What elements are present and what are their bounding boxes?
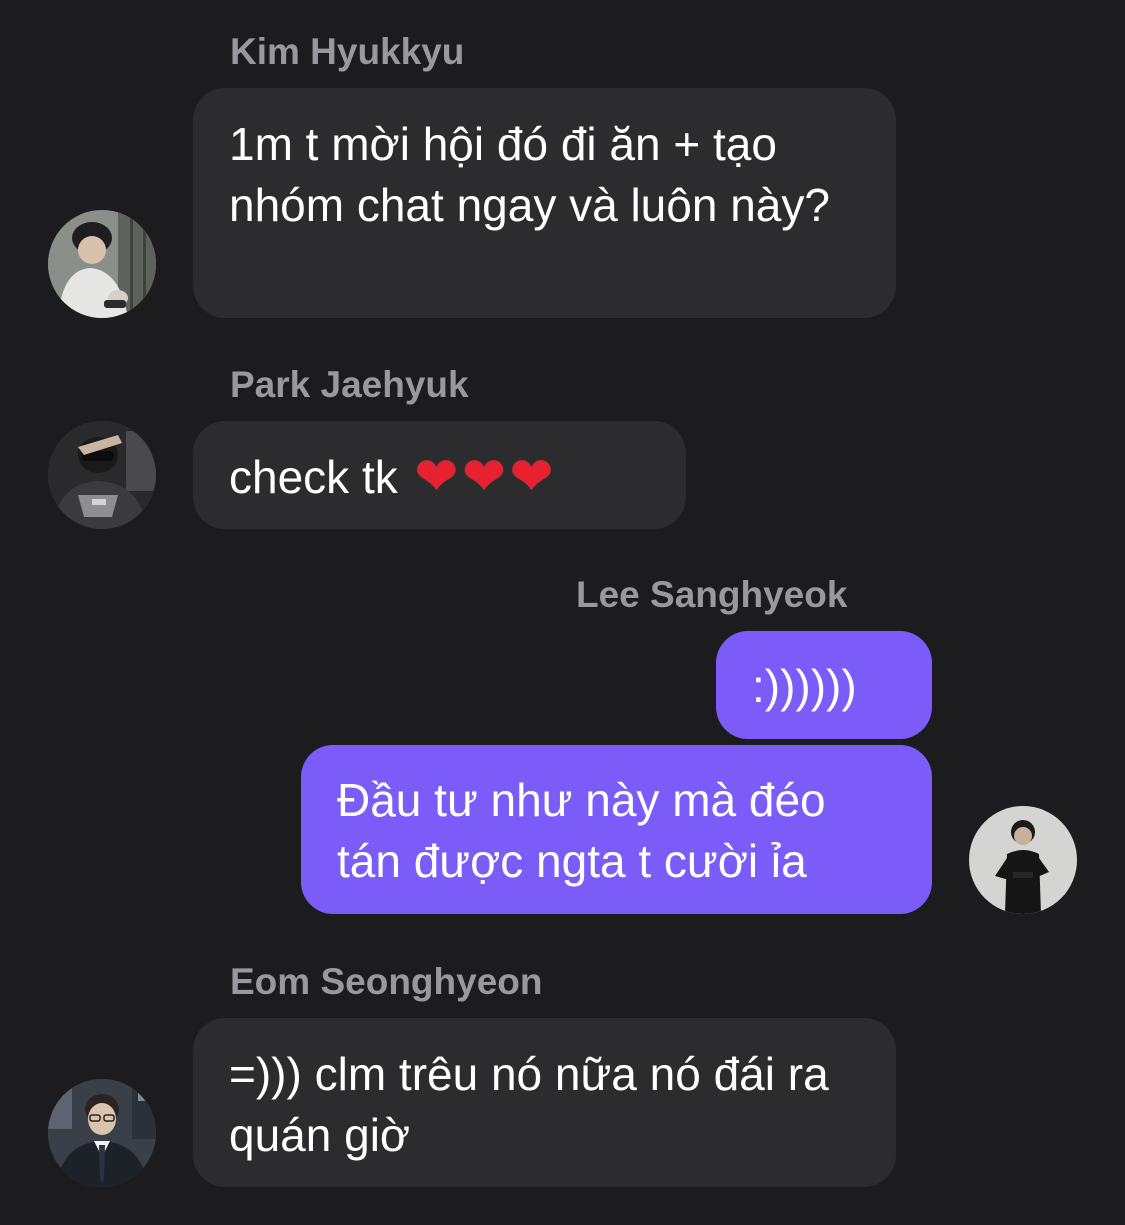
heart-emoji: ❤ xyxy=(414,447,459,507)
message-bubble[interactable]: Đầu tư như này mà đéo tán được ngta t cư… xyxy=(301,745,932,914)
message-bubble[interactable]: =))) clm trêu nó nữa nó đái ra quán giờ xyxy=(193,1018,896,1187)
message-text: 1m t mời hội đó đi ăn + tạo nhóm chat ng… xyxy=(229,118,830,231)
heart-emoji: ❤ xyxy=(462,447,506,507)
avatar[interactable] xyxy=(48,421,156,529)
user-photo-icon xyxy=(969,806,1077,914)
user-photo-icon xyxy=(48,210,156,318)
message-bubble[interactable]: :)))))) xyxy=(716,631,932,739)
message-bubble[interactable]: check tk ❤❤❤ xyxy=(193,421,686,529)
message-text: Đầu tư như này mà đéo tán được ngta t cư… xyxy=(337,774,826,887)
message-text: =))) clm trêu nó nữa nó đái ra quán giờ xyxy=(229,1048,829,1161)
sender-name: Eom Seonghyeon xyxy=(230,961,543,1002)
message-bubble[interactable]: 1m t mời hội đó đi ăn + tạo nhóm chat ng… xyxy=(193,88,896,318)
avatar[interactable] xyxy=(969,806,1077,914)
user-photo-icon xyxy=(48,421,156,529)
message-text: check tk xyxy=(229,451,398,503)
avatar[interactable] xyxy=(48,210,156,318)
user-photo-icon xyxy=(48,1079,156,1187)
avatar[interactable] xyxy=(48,1079,156,1187)
heart-emoji: ❤ xyxy=(509,447,554,507)
sender-name: Lee Sanghyeok xyxy=(576,574,848,615)
sender-name: Park Jaehyuk xyxy=(230,364,469,405)
message-text: :)))))) xyxy=(752,660,857,712)
sender-name: Kim Hyukkyu xyxy=(230,31,465,72)
